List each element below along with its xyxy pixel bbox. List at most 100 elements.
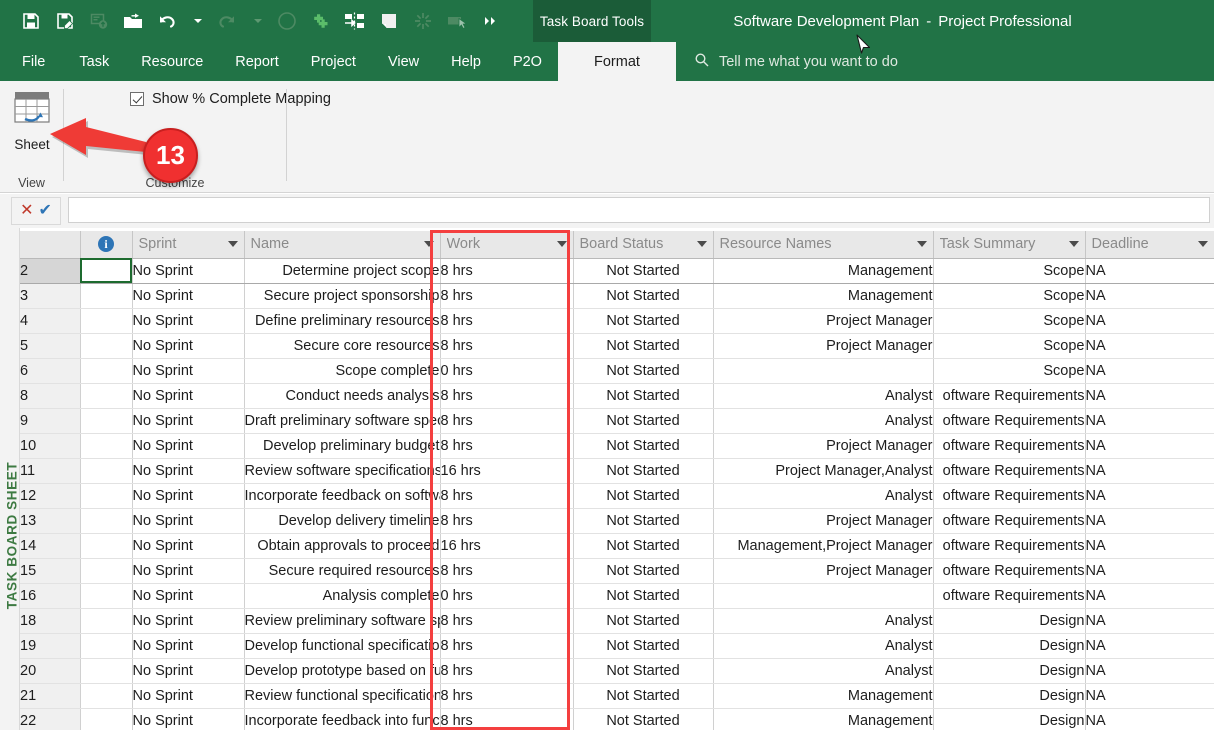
column-header-resource-names[interactable]: Resource Names <box>713 231 934 259</box>
indicator-cell[interactable] <box>80 708 133 730</box>
indicator-cell[interactable] <box>80 633 133 659</box>
cell-work[interactable]: 8 hrs <box>440 408 574 434</box>
row-number-cell[interactable]: 9 <box>20 408 81 434</box>
table-row[interactable]: 12 No Sprint Incorporate feedback on softw… <box>20 483 1214 509</box>
cell-resource-names[interactable]: Analyst <box>713 608 934 634</box>
indicator-cell[interactable] <box>80 258 133 284</box>
cell-resource-names[interactable]: Project Manager <box>713 558 934 584</box>
cell-task-summary[interactable]: Scope <box>933 358 1086 384</box>
cell-task-summary[interactable]: oftware Requirements <box>933 583 1086 609</box>
indicator-cell[interactable] <box>80 333 133 359</box>
tab-report[interactable]: Report <box>219 42 295 81</box>
row-number-cell[interactable]: 20 <box>20 658 81 684</box>
tab-view[interactable]: View <box>372 42 435 81</box>
cell-work[interactable]: 8 hrs <box>440 683 574 709</box>
entry-input[interactable] <box>68 197 1210 223</box>
cell-deadline[interactable]: NA <box>1085 358 1214 384</box>
cell-sprint[interactable]: No Sprint <box>132 433 245 459</box>
cell-resource-names[interactable]: Project Manager <box>713 508 934 534</box>
cell-name[interactable]: Review functional specifications <box>244 683 441 709</box>
cell-sprint[interactable]: No Sprint <box>132 358 245 384</box>
cell-name[interactable]: Incorporate feedback on software specifi… <box>244 483 441 509</box>
cell-sprint[interactable]: No Sprint <box>132 333 245 359</box>
cell-sprint[interactable]: No Sprint <box>132 458 245 484</box>
table-row[interactable]: 4 No Sprint Define preliminary resources 8 … <box>20 308 1214 334</box>
row-number-cell[interactable]: 19 <box>20 633 81 659</box>
column-header-task-summary[interactable]: Task Summary <box>933 231 1086 259</box>
cell-deadline[interactable]: NA <box>1085 333 1214 359</box>
cell-resource-names[interactable]: Analyst <box>713 408 934 434</box>
table-row[interactable]: 14 No Sprint Obtain approvals to proceed 16… <box>20 533 1214 559</box>
cell-work[interactable]: 8 hrs <box>440 508 574 534</box>
table-row[interactable]: 3 No Sprint Secure project sponsorship 8 hr… <box>20 283 1214 309</box>
cell-board-status[interactable]: Not Started <box>573 358 714 384</box>
cell-resource-names[interactable]: Analyst <box>713 658 934 684</box>
cell-work[interactable]: 8 hrs <box>440 483 574 509</box>
cell-sprint[interactable]: No Sprint <box>132 508 245 534</box>
chevron-down-icon[interactable] <box>696 241 707 248</box>
indicator-cell[interactable] <box>80 558 133 584</box>
cell-work[interactable]: 8 hrs <box>440 258 574 284</box>
cell-sprint[interactable]: No Sprint <box>132 608 245 634</box>
column-header-board-status[interactable]: Board Status <box>573 231 714 259</box>
indicator-cell[interactable] <box>80 483 133 509</box>
cell-board-status[interactable]: Not Started <box>573 258 714 284</box>
cell-name[interactable]: Determine project scope <box>244 258 441 284</box>
cell-sprint[interactable]: No Sprint <box>132 558 245 584</box>
cell-deadline[interactable]: NA <box>1085 308 1214 334</box>
cell-work[interactable]: 8 hrs <box>440 333 574 359</box>
cell-task-summary[interactable]: Design <box>933 608 1086 634</box>
cell-deadline[interactable]: NA <box>1085 383 1214 409</box>
table-row[interactable]: 20 No SprintDevelop prototype based on fu… <box>20 658 1214 684</box>
row-number-cell[interactable]: 12 <box>20 483 81 509</box>
cell-task-summary[interactable]: oftware Requirements <box>933 433 1086 459</box>
cell-task-summary[interactable]: oftware Requirements <box>933 533 1086 559</box>
cell-resource-names[interactable]: Project Manager <box>713 433 934 459</box>
cell-deadline[interactable]: NA <box>1085 258 1214 284</box>
cell-resource-names[interactable]: Management <box>713 258 934 284</box>
cell-task-summary[interactable]: Scope <box>933 283 1086 309</box>
cell-name[interactable]: Develop preliminary budget <box>244 433 441 459</box>
save-as-icon[interactable] <box>48 6 82 36</box>
indicator-cell[interactable] <box>80 458 133 484</box>
cell-board-status[interactable]: Not Started <box>573 508 714 534</box>
cell-work[interactable]: 8 hrs <box>440 433 574 459</box>
row-number-cell[interactable]: 8 <box>20 383 81 409</box>
column-header-sprint[interactable]: Sprint <box>132 231 245 259</box>
table-row[interactable]: 18 No Sprint Review preliminary software s… <box>20 608 1214 634</box>
chevron-down-icon[interactable] <box>1068 241 1079 248</box>
cell-name[interactable]: Scope complete <box>244 358 441 384</box>
cell-work[interactable]: 8 hrs <box>440 283 574 309</box>
tab-project[interactable]: Project <box>295 42 372 81</box>
cell-deadline[interactable]: NA <box>1085 458 1214 484</box>
row-number-cell[interactable]: 10 <box>20 433 81 459</box>
cell-work[interactable]: 16 hrs <box>440 533 574 559</box>
cell-board-status[interactable]: Not Started <box>573 383 714 409</box>
cell-task-summary[interactable]: Scope <box>933 333 1086 359</box>
cell-task-summary[interactable]: oftware Requirements <box>933 408 1086 434</box>
table-row[interactable]: 19 No Sprint Develop functional specificat… <box>20 633 1214 659</box>
cell-name[interactable]: Incorporate feedback into functional spe… <box>244 708 441 730</box>
indicator-cell[interactable] <box>80 508 133 534</box>
row-number-cell[interactable]: 5 <box>20 333 81 359</box>
cell-work[interactable]: 8 hrs <box>440 608 574 634</box>
indicator-cell[interactable] <box>80 533 133 559</box>
cell-deadline[interactable]: NA <box>1085 483 1214 509</box>
table-row[interactable]: 13 No Sprint Develop delivery timeline 8 hr… <box>20 508 1214 534</box>
cell-board-status[interactable]: Not Started <box>573 433 714 459</box>
cell-board-status[interactable]: Not Started <box>573 558 714 584</box>
cell-work[interactable]: 8 hrs <box>440 558 574 584</box>
cell-board-status[interactable]: Not Started <box>573 483 714 509</box>
cell-resource-names[interactable]: Project Manager <box>713 308 934 334</box>
cell-board-status[interactable]: Not Started <box>573 583 714 609</box>
cell-deadline[interactable]: NA <box>1085 408 1214 434</box>
column-header-name[interactable]: Name <box>244 231 441 259</box>
cell-sprint[interactable]: No Sprint <box>132 533 245 559</box>
row-number-cell[interactable]: 6 <box>20 358 81 384</box>
cell-name[interactable]: Conduct needs analysis <box>244 383 441 409</box>
table-row[interactable]: 5 No Sprint Secure core resources 8 hrs Not … <box>20 333 1214 359</box>
indicator-cell[interactable] <box>80 583 133 609</box>
cell-board-status[interactable]: Not Started <box>573 683 714 709</box>
cell-board-status[interactable]: Not Started <box>573 658 714 684</box>
redo-dropdown-caret-icon[interactable] <box>244 6 270 36</box>
